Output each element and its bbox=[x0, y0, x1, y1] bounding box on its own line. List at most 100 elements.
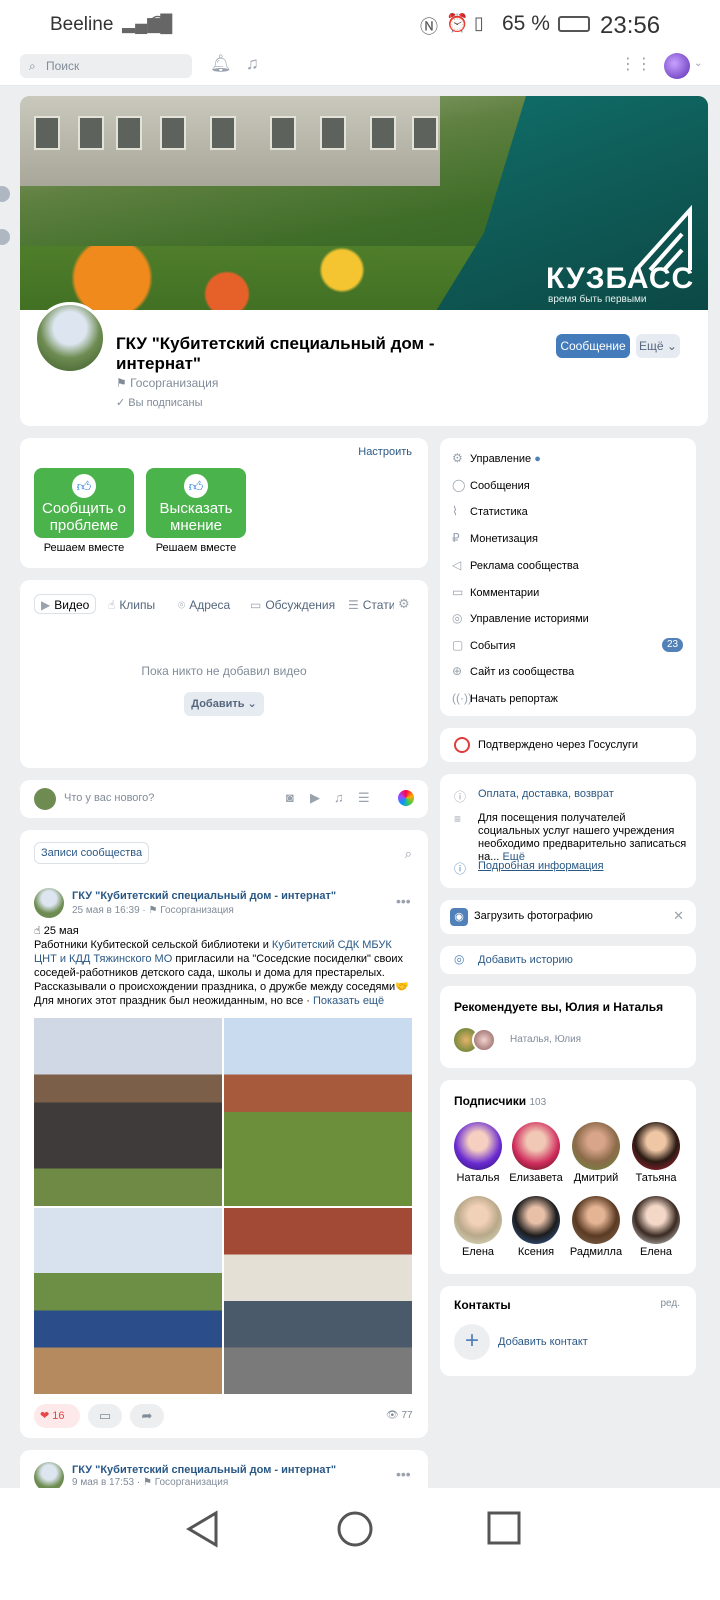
subscriber-avatar[interactable] bbox=[632, 1122, 680, 1170]
tab-articles[interactable]: ☰ Стати bbox=[348, 595, 394, 615]
menu-item-monetization[interactable]: ₽ Монетизация bbox=[452, 528, 538, 548]
menu-item-stats[interactable]: ⌇ Статистика bbox=[452, 501, 528, 521]
community-type: ⚑ Госорганизация bbox=[116, 376, 219, 390]
status-bar: Beeline ▂▄▆█ ◠ Ⓝ ⏰ ▯ 65 % 23:56 bbox=[0, 0, 720, 50]
subscriber-name[interactable]: Елена bbox=[446, 1246, 510, 1258]
share-button[interactable]: ➦ bbox=[130, 1404, 164, 1428]
subscriber-name[interactable]: Наталья bbox=[446, 1172, 510, 1184]
subscriber-name[interactable]: Елена bbox=[624, 1246, 688, 1258]
community-avatar[interactable] bbox=[34, 302, 106, 374]
menu-item-events[interactable]: ▢ События bbox=[452, 635, 515, 655]
battery-percent: 65 % bbox=[502, 12, 550, 35]
thumbs-up-icon: 👍︎ bbox=[72, 474, 96, 498]
video-icon[interactable]: ▶ bbox=[310, 790, 320, 806]
edit-link[interactable]: ред. bbox=[660, 1298, 680, 1309]
menu-item-broadcast[interactable]: ((·))Начать репортаж bbox=[452, 688, 558, 708]
subscriber-avatar[interactable] bbox=[454, 1122, 502, 1170]
menu-item-site[interactable]: ⊕ Сайт из сообщества bbox=[452, 661, 574, 681]
wall-tab-posts[interactable]: Записи сообщества bbox=[34, 842, 150, 864]
menu-item-messages[interactable]: ◯ Сообщения bbox=[452, 475, 530, 495]
subscriber-avatar[interactable] bbox=[454, 1196, 502, 1244]
message-button[interactable]: Сообщение bbox=[556, 334, 630, 358]
add-contact-link[interactable]: Добавить контакт bbox=[498, 1336, 588, 1348]
widget-report-problem[interactable]: 👍︎ Сообщить о проблеме bbox=[34, 468, 134, 538]
subscriber-name[interactable]: Ксения bbox=[504, 1246, 568, 1258]
discussion-icon: ▭ bbox=[250, 598, 262, 612]
camera-icon[interactable]: ◙ bbox=[286, 790, 294, 805]
post-date: 25 мая в 16:39 · ⚑ Госорганизация bbox=[72, 905, 234, 916]
post-photo[interactable] bbox=[224, 1208, 412, 1394]
post-photo[interactable] bbox=[34, 1018, 222, 1206]
menu-item-comments[interactable]: ▭ Комментарии bbox=[452, 582, 539, 602]
subscriber-name[interactable]: Радмилла bbox=[564, 1246, 628, 1258]
gear-icon[interactable]: ⚙ bbox=[398, 596, 410, 612]
subscriber-avatar[interactable] bbox=[632, 1196, 680, 1244]
tab-video[interactable]: ▶ Видео bbox=[34, 594, 97, 614]
article-icon[interactable]: ☰ bbox=[358, 790, 370, 806]
subscriber-avatar[interactable] bbox=[572, 1122, 620, 1170]
widgets-card: Настроить 👍︎ Сообщить о проблеме Решаем … bbox=[20, 438, 428, 568]
subscriber-name[interactable]: Дмитрий bbox=[564, 1172, 628, 1184]
plus-icon[interactable]: + bbox=[454, 1324, 490, 1360]
payment-link[interactable]: Оплата, доставка, возврат bbox=[478, 788, 614, 800]
composer-card[interactable]: Что у вас нового? ◙ ▶ ♫ ☰ bbox=[20, 780, 428, 818]
profile-card: ГКУ "Кубитетский специальный дом - интер… bbox=[20, 302, 708, 426]
music-icon[interactable]: ♫ bbox=[334, 790, 344, 805]
post-author-avatar[interactable] bbox=[34, 888, 64, 918]
top-bar: ⌕ Поиск 🔔︎ ♫ ⋮⋮ ⌄ bbox=[0, 50, 720, 86]
close-icon[interactable]: ✕ bbox=[673, 908, 684, 924]
tab-clips[interactable]: ☝ Клипы bbox=[108, 595, 155, 615]
subscribers-title[interactable]: Подписчики 103 bbox=[454, 1094, 546, 1108]
search-icon[interactable]: ⌕ bbox=[405, 846, 412, 862]
add-story-card[interactable]: ◎ Добавить историю bbox=[440, 946, 696, 974]
tab-discussions[interactable]: ▭ Обсуждения bbox=[250, 595, 335, 615]
add-button[interactable]: Добавить ⌄ bbox=[184, 692, 264, 716]
configure-link[interactable]: Настроить bbox=[358, 446, 412, 458]
post-photo[interactable] bbox=[224, 1018, 412, 1206]
alarm-icon: ⏰ bbox=[446, 13, 469, 33]
widget-caption: Решаем вместе bbox=[155, 542, 237, 554]
user-avatar[interactable] bbox=[664, 53, 690, 79]
more-button[interactable]: Ещё ⌄ bbox=[636, 334, 680, 358]
home-icon[interactable] bbox=[336, 1510, 374, 1548]
comment-button[interactable]: ▭ bbox=[88, 1404, 122, 1428]
details-link[interactable]: Подробная информация bbox=[478, 860, 604, 872]
subscriber-avatar[interactable] bbox=[512, 1122, 560, 1170]
comment-icon: ▭ bbox=[98, 1408, 112, 1423]
search-input[interactable]: ⌕ Поиск bbox=[20, 54, 192, 78]
gosuslugi-card: Подтверждено через Госуслуги bbox=[440, 728, 696, 762]
chat-icon: ◯ bbox=[452, 478, 466, 492]
subscriber-name[interactable]: Татьяна bbox=[624, 1172, 688, 1184]
menu-item-stories[interactable]: ◎ Управление историями bbox=[452, 608, 589, 628]
info-description: Для посещения получателей социальных усл… bbox=[478, 812, 687, 863]
more-icon[interactable]: ••• bbox=[396, 1466, 411, 1482]
menu-item-manage[interactable]: ⚙ Управление ● bbox=[452, 448, 541, 468]
chevron-down-icon[interactable]: ⌄ bbox=[694, 58, 702, 69]
like-button[interactable]: ❤ 16 bbox=[34, 1404, 80, 1428]
subscribed-status[interactable]: ✓ Вы подписаны bbox=[116, 396, 203, 409]
stories-icon: ◎ bbox=[452, 611, 463, 625]
subscriber-avatar[interactable] bbox=[572, 1196, 620, 1244]
bell-icon[interactable]: 🔔︎ bbox=[210, 54, 232, 74]
tab-addresses[interactable]: ⌾ Адреса bbox=[178, 595, 230, 615]
ai-icon[interactable] bbox=[398, 790, 414, 806]
stories-icon: ◎ bbox=[454, 952, 465, 966]
post-photo[interactable] bbox=[34, 1208, 222, 1394]
music-icon[interactable]: ♫ bbox=[246, 54, 259, 74]
subscriber-name[interactable]: Елизавета bbox=[504, 1172, 568, 1184]
subscriber-avatar[interactable] bbox=[512, 1196, 560, 1244]
recommend-names: Наталья, Юлия bbox=[510, 1034, 582, 1045]
menu-item-ads[interactable]: ◁ Реклама сообщества bbox=[452, 555, 579, 575]
post-author[interactable]: ГКУ "Кубитетский специальный дом - интер… bbox=[72, 890, 336, 902]
more-icon[interactable]: ••• bbox=[396, 893, 411, 909]
post-author[interactable]: ГКУ "Кубитетский специальный дом - интер… bbox=[72, 1464, 336, 1476]
widget-give-opinion[interactable]: 👍︎ Высказать мнение bbox=[146, 468, 246, 538]
recents-icon[interactable] bbox=[486, 1510, 522, 1546]
back-icon[interactable] bbox=[186, 1510, 220, 1548]
upload-photo-card[interactable]: ◉ Загрузить фотографию ✕ bbox=[440, 900, 696, 934]
post-line: Работники Кубитеской сельской библиотеки… bbox=[34, 939, 403, 979]
post-date: 9 мая в 17:53 · ⚑ Госорганизация bbox=[72, 1477, 229, 1488]
apps-grid-icon[interactable]: ⋮⋮ bbox=[620, 54, 652, 74]
avatar[interactable] bbox=[472, 1028, 496, 1052]
show-more-link[interactable]: Показать ещё bbox=[313, 995, 384, 1007]
